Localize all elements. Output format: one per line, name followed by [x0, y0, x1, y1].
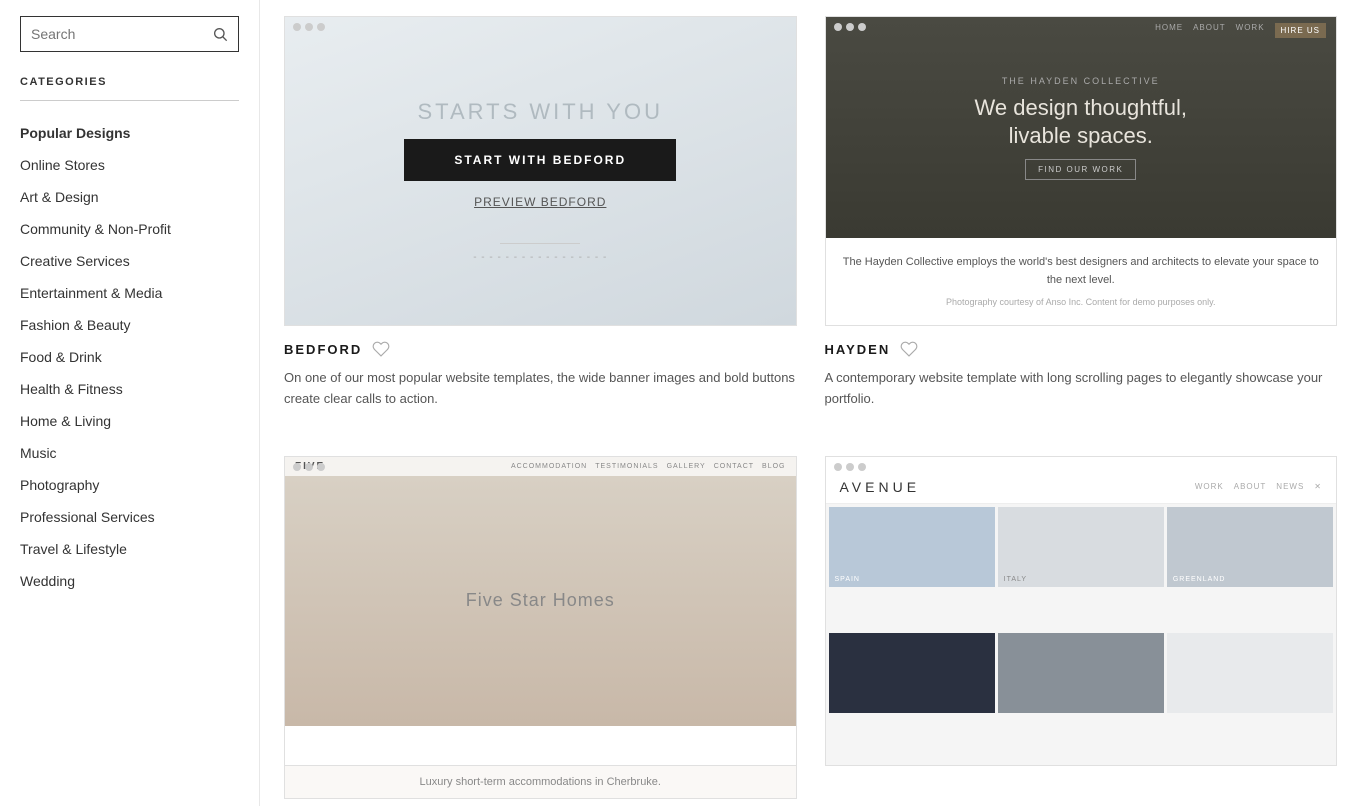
sidebar-item-wedding[interactable]: Wedding [20, 565, 239, 597]
templates-grid: STARTS WITH YOU START WITH BEDFORD PREVI… [284, 16, 1337, 799]
avenue-card: AVENUE WORK ABOUT NEWS ✕ SPAIN ITALY [825, 456, 1338, 799]
five-preview[interactable]: FIVE ACCOMMODATION TESTIMONIALS GALLERY … [284, 456, 797, 766]
five-bottom-text: Luxury short-term accommodations in Cher… [299, 776, 782, 788]
sidebar-item-art-design[interactable]: Art & Design [20, 181, 239, 213]
hayden-card-info: HAYDEN A contemporary website template w… [825, 326, 1338, 416]
search-input[interactable] [31, 26, 212, 42]
bedford-title-row: BEDFORD [284, 340, 797, 358]
hayden-preview[interactable]: HOME ABOUT WORK HIRE US THE HAYDEN COLLE… [825, 16, 1338, 326]
bedford-card: STARTS WITH YOU START WITH BEDFORD PREVI… [284, 16, 797, 416]
search-wrapper[interactable] [20, 16, 239, 52]
five-bottom-bar: Luxury short-term accommodations in Cher… [284, 766, 797, 799]
sidebar: CATEGORIES Popular Designs Online Stores… [0, 0, 260, 806]
sidebar-item-fashion-beauty[interactable]: Fashion & Beauty [20, 309, 239, 341]
sidebar-item-community-nonprofit[interactable]: Community & Non-Profit [20, 213, 239, 245]
sidebar-item-creative-services[interactable]: Creative Services [20, 245, 239, 277]
sidebar-item-online-stores[interactable]: Online Stores [20, 149, 239, 181]
sidebar-item-health-fitness[interactable]: Health & Fitness [20, 373, 239, 405]
hayden-title-row: HAYDEN [825, 340, 1338, 358]
bedford-card-info: BEDFORD On one of our most popular websi… [284, 326, 797, 416]
hayden-description: A contemporary website template with lon… [825, 368, 1338, 410]
sidebar-item-food-drink[interactable]: Food & Drink [20, 341, 239, 373]
bedford-title: BEDFORD [284, 342, 362, 357]
categories-divider [20, 100, 239, 101]
sidebar-item-music[interactable]: Music [20, 437, 239, 469]
search-icon [212, 25, 228, 43]
bedford-heart-icon[interactable] [372, 340, 390, 358]
hayden-card: HOME ABOUT WORK HIRE US THE HAYDEN COLLE… [825, 16, 1338, 416]
sidebar-item-popular-designs[interactable]: Popular Designs [20, 117, 239, 149]
categories-label: CATEGORIES [20, 76, 239, 88]
avenue-preview[interactable]: AVENUE WORK ABOUT NEWS ✕ SPAIN ITALY [825, 456, 1338, 766]
sidebar-item-entertainment-media[interactable]: Entertainment & Media [20, 277, 239, 309]
bedford-preview[interactable]: STARTS WITH YOU START WITH BEDFORD PREVI… [284, 16, 797, 326]
sidebar-item-photography[interactable]: Photography [20, 469, 239, 501]
hayden-title: HAYDEN [825, 342, 891, 357]
sidebar-item-professional-services[interactable]: Professional Services [20, 501, 239, 533]
five-card: FIVE ACCOMMODATION TESTIMONIALS GALLERY … [284, 456, 797, 799]
main-content: STARTS WITH YOU START WITH BEDFORD PREVI… [260, 0, 1361, 806]
bedford-description: On one of our most popular website templ… [284, 368, 797, 410]
hayden-heart-icon[interactable] [900, 340, 918, 358]
sidebar-item-home-living[interactable]: Home & Living [20, 405, 239, 437]
sidebar-item-travel-lifestyle[interactable]: Travel & Lifestyle [20, 533, 239, 565]
